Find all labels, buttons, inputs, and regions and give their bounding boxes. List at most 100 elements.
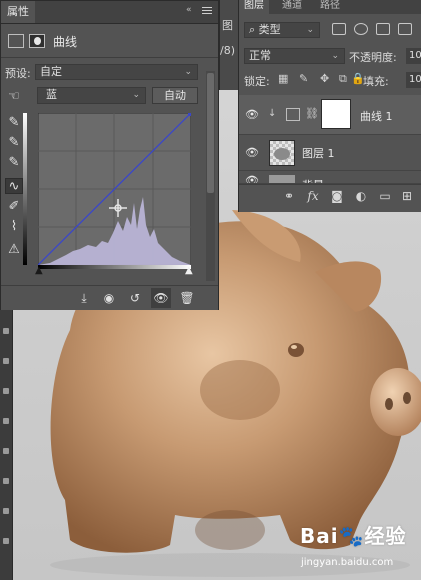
tab-layers[interactable]: 图层 (239, 0, 269, 14)
tool-icon[interactable] (3, 508, 9, 514)
white-eyedropper-icon[interactable]: ✎ (5, 155, 23, 171)
panel-menu-icon[interactable] (202, 7, 212, 16)
adjustment-filter-icon[interactable] (354, 23, 368, 35)
blend-mode-dropdown[interactable]: 正常 ⌄ (244, 48, 345, 64)
layer-row-curves[interactable]: 👁 ↓ ⛓ 曲线 1 (239, 95, 421, 135)
clip-arrow-icon: ↓ (268, 108, 277, 119)
gray-eyedropper-icon[interactable]: ✎ (5, 135, 23, 151)
chevron-down-icon: ⌄ (184, 67, 192, 77)
input-gradient-bar (38, 265, 191, 269)
shape-filter-icon[interactable] (398, 23, 412, 35)
tool-icon[interactable] (3, 448, 9, 454)
new-layer-icon[interactable]: ⊞ (399, 189, 415, 203)
layer-name[interactable]: 曲线 1 (360, 108, 393, 124)
add-mask-icon[interactable]: ◙ (329, 189, 345, 203)
tab-paths[interactable]: 路径 (315, 0, 345, 14)
tool-icon[interactable] (3, 328, 9, 334)
tool-icon[interactable] (3, 388, 9, 394)
curves-graph[interactable] (38, 113, 191, 265)
layer-thumbnail[interactable] (269, 140, 295, 166)
tool-icon[interactable] (3, 478, 9, 484)
layers-tab-bar: 图层 通道 路径 (239, 0, 421, 14)
clip-to-layer-icon[interactable]: ⤓ (74, 288, 94, 308)
preset-value: 自定 (40, 65, 62, 78)
fx-icon[interactable]: fx (305, 189, 321, 203)
folder-icon[interactable]: ▭ (377, 189, 393, 203)
preset-dropdown[interactable]: 自定 ⌄ (35, 64, 198, 80)
tool-icon[interactable] (3, 538, 9, 544)
partial-label: /8) (220, 44, 235, 57)
properties-footer: ⤓ ◉ ↺ 👁 🗑 (1, 285, 218, 310)
visibility-eye-icon[interactable]: 👁 (151, 288, 171, 308)
layer-filter-dropdown[interactable]: ⌕ 类型 ⌄ (244, 22, 320, 38)
auto-button[interactable]: 自动 (152, 87, 198, 104)
layers-panel: 图层 通道 路径 ⌕ 类型 ⌄ 正常 ⌄ 不透明度: 100 锁定: ▦ ✎ ✥… (238, 0, 421, 212)
output-gradient-bar (23, 113, 27, 265)
view-previous-state-icon[interactable]: ◉ (99, 288, 119, 308)
curve-point (188, 113, 191, 116)
visibility-eye-icon[interactable]: 👁 (245, 146, 259, 160)
link-icon[interactable]: ⛓ (305, 107, 319, 120)
visibility-eye-icon[interactable]: 👁 (245, 174, 259, 183)
tab-channels[interactable]: 通道 (277, 0, 307, 14)
layer-row-layer1[interactable]: 👁 图层 1 (239, 135, 421, 171)
adjustment-layer-icon[interactable]: ◐ (353, 189, 369, 203)
curve-points-icon[interactable]: ∿ (5, 178, 23, 194)
trash-icon[interactable]: 🗑 (177, 288, 197, 308)
type-filter-icon[interactable] (376, 23, 390, 35)
partial-label: 图 (222, 19, 233, 32)
search-icon: ⌕ (249, 23, 259, 36)
preset-label: 预设: (5, 67, 31, 80)
watermark-url: jingyan.baidu.com (301, 557, 394, 568)
collapse-icon[interactable]: « (186, 5, 192, 15)
pencil-icon[interactable]: ✐ (5, 199, 23, 215)
layer-row-background[interactable]: 👁 背景 (239, 171, 421, 184)
adjustment-icon[interactable] (8, 34, 24, 48)
white-point-slider[interactable]: ▲ (185, 265, 193, 276)
chevron-down-icon: ⌄ (306, 25, 314, 35)
watermark-brand: Bai (300, 524, 339, 548)
clipping-warning-icon[interactable]: ⚠ (5, 242, 23, 258)
channel-dropdown[interactable]: 蓝 ⌄ (37, 87, 146, 104)
properties-scrollbar[interactable] (206, 71, 215, 281)
layer-name[interactable]: 背景 (302, 177, 324, 183)
smooth-icon[interactable]: ⌇ (5, 219, 23, 235)
pixel-filter-icon[interactable] (332, 23, 346, 35)
lock-image-icon[interactable]: ✎ (299, 72, 308, 85)
watermark-suffix: 经验 (364, 524, 407, 548)
filter-kind-value: 类型 (258, 23, 281, 36)
watermark-logo: Bai🐾经验 (300, 520, 407, 549)
tools-toolbar[interactable] (0, 308, 13, 580)
reset-icon[interactable]: ↺ (125, 288, 145, 308)
black-eyedropper-icon[interactable]: ✎ (5, 115, 23, 131)
blend-mode-value: 正常 (249, 49, 271, 62)
layer-mask-thumbnail[interactable] (321, 99, 351, 129)
tool-icon[interactable] (3, 418, 9, 424)
opacity-field[interactable]: 100 (406, 48, 421, 64)
link-layers-icon[interactable]: ⚭ (281, 189, 297, 203)
lock-position-icon[interactable]: ✥ (320, 72, 329, 85)
layer-name[interactable]: 图层 1 (302, 145, 335, 161)
lock-label: 锁定: (244, 75, 270, 88)
opacity-label: 不透明度: (349, 51, 397, 64)
tool-icon[interactable] (3, 358, 9, 364)
tab-properties[interactable]: 属性 (1, 1, 35, 23)
visibility-eye-icon[interactable]: 👁 (245, 108, 259, 122)
layers-footer: ⚭ fx ◙ ◐ ▭ ⊞ (239, 184, 421, 209)
layer-thumbnail[interactable] (269, 175, 295, 183)
on-image-adjust-icon[interactable]: ☜ (5, 89, 23, 105)
fill-label: 填充: (363, 75, 389, 88)
chevron-down-icon: ⌄ (331, 51, 339, 61)
properties-panel: 属性 « 曲线 预设: 自定 ⌄ ☜ ✎ ✎ ✎ ∿ ✐ ⌇ ⚠ 蓝 ⌄ 自动 (0, 0, 219, 310)
channel-value: 蓝 (46, 88, 57, 101)
lock-transparent-icon[interactable]: ▦ (278, 72, 288, 85)
mask-icon[interactable] (29, 34, 45, 48)
black-point-slider[interactable]: ▲ (35, 265, 43, 276)
curves-adjustment-icon (286, 108, 300, 121)
fill-field[interactable]: 100 (406, 72, 421, 88)
chevron-down-icon: ⌄ (132, 90, 140, 100)
properties-header: 属性 « (1, 1, 218, 24)
paw-icon: 🐾 (338, 524, 365, 548)
lock-artboard-icon[interactable]: ⧉ (339, 72, 347, 86)
partial-document-panel: 图 /8) (219, 0, 239, 90)
